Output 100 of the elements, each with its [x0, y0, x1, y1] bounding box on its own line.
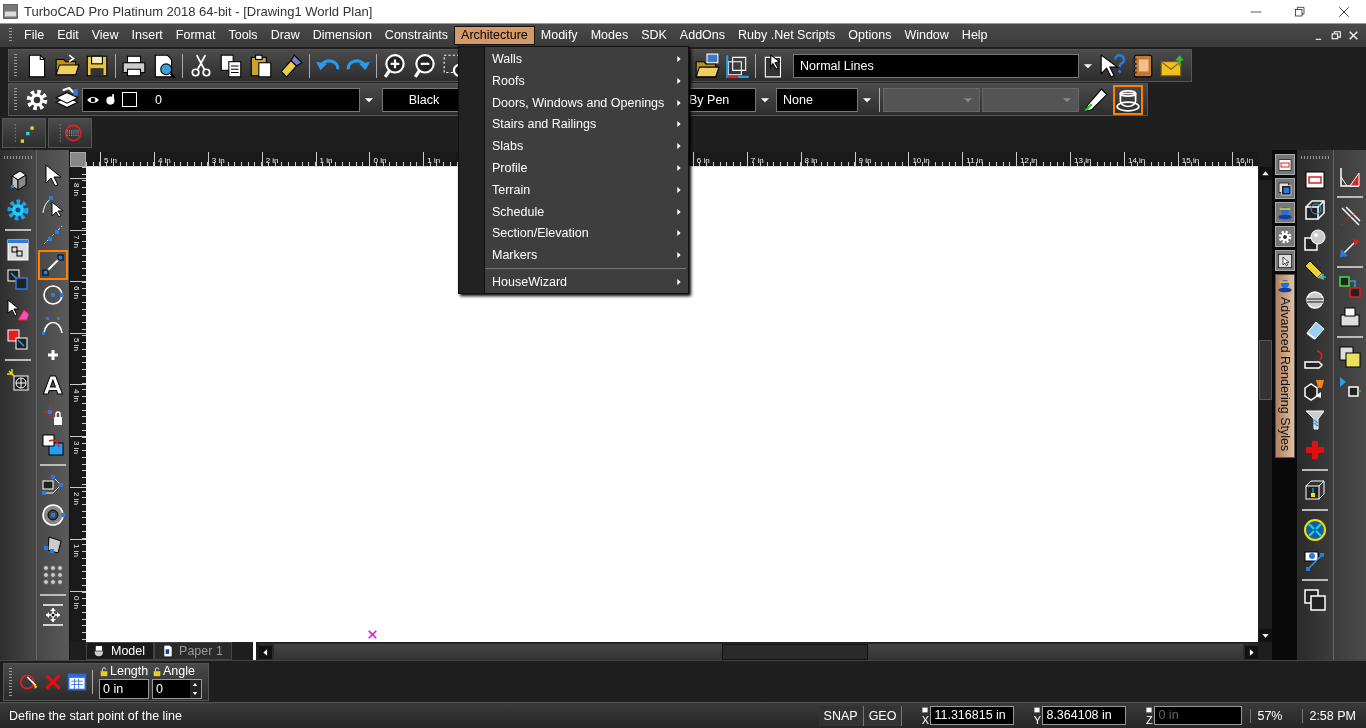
copy-icon[interactable] — [218, 52, 244, 79]
vertical-scrollbar[interactable] — [1258, 167, 1272, 642]
panel-button[interactable] — [1274, 250, 1295, 271]
menu-item[interactable]: Edit — [50, 26, 86, 45]
disc-icon[interactable] — [1303, 288, 1327, 312]
cross-icon[interactable] — [1303, 438, 1327, 462]
menu-item[interactable]: Section/Elevation — [485, 222, 688, 245]
scrollbar-thumb[interactable] — [722, 644, 868, 660]
menu-item[interactable]: Dimension — [305, 26, 379, 45]
fill-dropdown[interactable]: None — [776, 87, 858, 112]
camera-icon[interactable] — [1303, 548, 1327, 572]
block-link-icon[interactable] — [6, 328, 30, 352]
panel-button[interactable] — [1274, 226, 1295, 247]
coordinate-field[interactable]: 11.316815 in — [930, 706, 1015, 725]
pencil-ruler-icon[interactable] — [1303, 258, 1327, 282]
scroll-up-icon[interactable] — [1258, 167, 1272, 180]
menu-item[interactable]: Insert — [124, 26, 170, 45]
zoom-out-icon[interactable] — [412, 52, 438, 79]
scroll-left-icon[interactable] — [259, 645, 272, 659]
calendar-icon[interactable] — [67, 671, 87, 692]
address-book-icon[interactable] — [1129, 52, 1155, 79]
menu-item[interactable]: Constraints — [377, 26, 456, 45]
grid-window-icon[interactable] — [6, 238, 30, 262]
menu-item[interactable]: Ruby .Net Scripts — [731, 26, 843, 45]
geo-toggle[interactable]: GEO — [863, 705, 903, 726]
lock-icon[interactable] — [99, 666, 109, 677]
panel-button[interactable] — [1274, 202, 1295, 223]
panel-button[interactable] — [1274, 178, 1295, 199]
menu-item[interactable]: Stairs and Railings — [485, 113, 688, 136]
transfer-icon[interactable] — [1338, 275, 1362, 299]
help-cursor-icon[interactable] — [1099, 52, 1125, 79]
scissors-icon[interactable] — [188, 52, 214, 79]
funnel-icon[interactable] — [1303, 408, 1327, 432]
text-tool[interactable]: A — [38, 370, 68, 400]
line-style-dropdown[interactable]: Normal Lines — [793, 53, 1079, 78]
table-icon[interactable] — [1303, 168, 1327, 192]
menu-item[interactable]: Window — [897, 26, 956, 45]
menu-item[interactable]: AddOns — [672, 26, 733, 45]
menu-item[interactable]: Options — [841, 26, 899, 45]
menu-item[interactable]: Format — [168, 26, 223, 45]
pencil-icon[interactable] — [1083, 86, 1109, 113]
overlap-squares-icon[interactable] — [1303, 588, 1327, 612]
compress-circle-icon[interactable] — [1303, 518, 1327, 542]
menu-item[interactable]: Slabs — [485, 135, 688, 158]
length-field[interactable]: 0 in — [99, 678, 149, 699]
coordinate-field[interactable]: 8.364108 in — [1042, 706, 1127, 725]
menu-item[interactable]: Markers — [485, 244, 688, 267]
zoom-in-icon[interactable] — [382, 52, 408, 79]
menu-item[interactable]: Walls — [485, 48, 688, 70]
paintbrush-icon[interactable] — [278, 52, 304, 79]
toggle-box-icon[interactable] — [1032, 707, 1043, 715]
select-shape-icon[interactable] — [6, 298, 30, 322]
close-icon[interactable] — [1347, 29, 1360, 42]
sheet-tab[interactable]: Paper 1 — [154, 642, 232, 660]
mail-icon[interactable] — [1159, 52, 1185, 79]
hatch-squares-icon[interactable] — [1338, 345, 1362, 369]
linked-squares-icon[interactable] — [6, 268, 30, 292]
menu-item[interactable]: Tools — [221, 26, 265, 45]
sheet-tab[interactable]: Model — [86, 642, 155, 660]
ruler-label: 4 in — [72, 389, 81, 403]
menu-item[interactable]: Architecture — [454, 26, 535, 45]
menu-item[interactable]: Profile — [485, 157, 688, 179]
cube-axes-icon[interactable] — [724, 52, 750, 79]
horizontal-scrollbar[interactable] — [259, 643, 1258, 661]
side-panel-tab[interactable]: Advanced Rendering Styles — [1274, 274, 1295, 459]
open-folder-icon[interactable] — [694, 52, 720, 79]
cog-icon[interactable] — [6, 198, 30, 222]
panel-button[interactable] — [1274, 154, 1295, 175]
scrollbar-thumb[interactable] — [1258, 340, 1272, 400]
menu-item[interactable]: Help — [954, 26, 995, 45]
scroll-right-icon[interactable] — [1245, 645, 1258, 659]
play-node-icon[interactable] — [1338, 375, 1362, 399]
menu-item[interactable]: Modes — [583, 26, 636, 45]
menu-item[interactable]: SDK — [634, 26, 674, 45]
printer-hand-icon[interactable] — [1338, 305, 1362, 329]
menu-item[interactable]: Modify — [533, 26, 585, 45]
clipboard-icon[interactable] — [248, 52, 274, 79]
render-style-button[interactable] — [1113, 84, 1143, 115]
lock-icon[interactable] — [152, 666, 162, 677]
menu-item[interactable]: View — [84, 26, 126, 45]
menu-item[interactable]: File — [17, 26, 52, 45]
ruler-label: 2 in — [265, 156, 279, 165]
restore-icon[interactable] — [1330, 29, 1343, 42]
menu-item[interactable]: HouseWizard — [485, 271, 688, 293]
menu-item[interactable]: Schedule — [485, 200, 688, 223]
corner-fill-icon[interactable] — [1338, 165, 1362, 189]
cube-outline-icon[interactable] — [1303, 198, 1327, 222]
scroll-down-icon[interactable] — [1258, 629, 1272, 642]
box-node-icon[interactable] — [1303, 478, 1327, 502]
line-tool[interactable] — [38, 250, 68, 280]
menu-item[interactable]: Draw — [263, 26, 307, 45]
toggle-box-icon[interactable] — [920, 707, 931, 715]
cube-wrench-icon[interactable] — [1303, 378, 1327, 402]
sphere-box-icon[interactable] — [1303, 228, 1327, 252]
menu-item[interactable]: Terrain — [485, 178, 688, 201]
snap-toggle[interactable]: SNAP — [818, 705, 864, 726]
toggle-box-icon[interactable] — [1144, 707, 1155, 715]
layer-dropdown[interactable]: 0 — [82, 87, 360, 112]
light-icon[interactable] — [6, 368, 30, 392]
circle-icon — [41, 283, 65, 307]
